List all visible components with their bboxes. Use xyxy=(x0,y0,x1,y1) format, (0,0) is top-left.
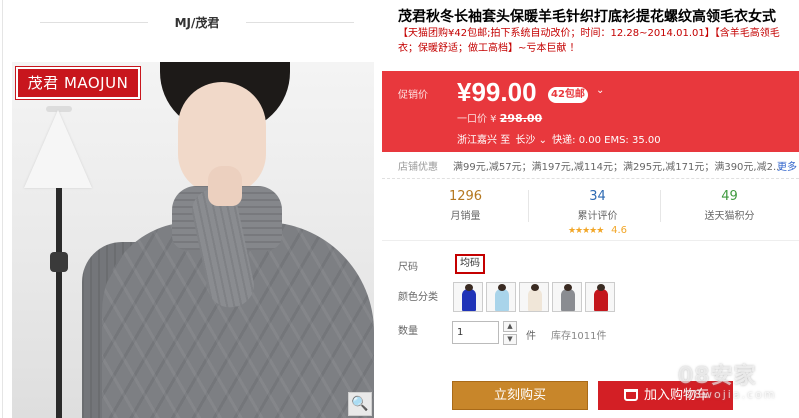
swatch-model-head xyxy=(531,284,539,291)
ship-to-select[interactable]: 长沙 ⌄ xyxy=(513,131,549,146)
brand-logo: 茂君 MAOJUN xyxy=(15,66,141,100)
discount-label: 店铺优惠 xyxy=(398,162,438,173)
monthly-sales-caption: 月销量 xyxy=(450,211,481,222)
review-count-value: 34 xyxy=(589,189,606,204)
ship-to-word: 至 xyxy=(500,135,511,146)
tmall-points-caption: 送天猫积分 xyxy=(704,211,755,222)
color-swatch-blue[interactable] xyxy=(453,282,483,312)
buy-now-button[interactable]: 立刻购买 xyxy=(452,381,588,410)
section-divider xyxy=(382,240,799,241)
watermark-text: 08安家 xyxy=(678,364,757,389)
quantity-input[interactable]: 1 xyxy=(452,321,499,344)
ship-from: 浙江嘉兴 xyxy=(457,135,497,146)
swatch-garment xyxy=(528,289,542,311)
quantity-increase-icon[interactable]: ▲ xyxy=(503,321,517,332)
discount-text: 满99元,减57元；满197元,减114元；满295元,减171元；满390元,… xyxy=(453,162,783,173)
rating-score: 4.6 xyxy=(611,225,628,236)
tmall-points-value: 49 xyxy=(721,189,738,204)
chevron-down-icon: ⌄ xyxy=(538,135,547,146)
cart-icon xyxy=(624,389,638,401)
rating-row: ★★★★★ 4.6 xyxy=(528,222,667,236)
review-count[interactable]: 34 累计评价 ★★★★★ 4.6 xyxy=(528,188,667,236)
watermark-url: 08wojia.com xyxy=(685,388,777,401)
promo-price: ¥99.00 xyxy=(457,77,537,107)
original-price-label: 一口价 ¥ xyxy=(457,114,497,125)
monthly-sales: 1296 月销量 xyxy=(396,188,535,222)
gallery-border xyxy=(2,0,3,418)
product-detail: 茂君秋冬长袖套头保暖羊毛针织打底衫提花螺纹高领毛衣女式 【天猫团购¥42包邮;拍… xyxy=(382,0,799,418)
quantity-label: 数量 xyxy=(398,326,418,337)
size-option-one-size[interactable]: 均码 xyxy=(455,254,485,274)
ship-to-city: 长沙 xyxy=(515,135,536,146)
color-swatch-cream[interactable] xyxy=(519,282,549,312)
shipping-route: 浙江嘉兴 至 长沙 ⌄ 快递: 0.00 EMS: 35.00 xyxy=(457,131,661,146)
zoom-icon[interactable]: 🔍 xyxy=(348,392,372,416)
product-title: 茂君秋冬长袖套头保暖羊毛针织打底衫提花螺纹高领毛衣女式 xyxy=(398,9,776,25)
price-label: 促销价 xyxy=(398,90,428,101)
free-shipping-badge[interactable]: 42包邮 xyxy=(548,87,588,103)
swatch-garment xyxy=(462,289,476,311)
size-label: 尺码 xyxy=(398,262,418,273)
original-price: 一口价 ¥ 298.00 xyxy=(457,110,542,125)
tmall-points: 49 送天猫积分 xyxy=(660,188,799,222)
swatch-model-head xyxy=(564,284,572,291)
quantity-decrease-icon[interactable]: ▼ xyxy=(503,334,517,345)
product-gallery: MJ/茂君 茂君 MAOJUN 🔍 xyxy=(0,0,382,418)
swatch-garment xyxy=(561,289,575,311)
lamp-shade xyxy=(24,110,92,188)
color-swatch-light-blue[interactable] xyxy=(486,282,516,312)
stats-bar: 1296 月销量 34 累计评价 ★★★★★ 4.6 49 送天猫积分 xyxy=(382,182,799,236)
color-swatch-gray[interactable] xyxy=(552,282,582,312)
chevron-down-icon[interactable]: ⌄ xyxy=(596,85,604,96)
lamp-pole xyxy=(56,188,62,418)
swatch-garment xyxy=(495,289,509,311)
brand-divider-right xyxy=(246,22,354,23)
swatch-garment xyxy=(594,289,608,311)
review-count-caption: 累计评价 xyxy=(577,211,618,222)
price-panel: 促销价 ¥99.00 42包邮 ⌄ 一口价 ¥ 298.00 浙江嘉兴 至 长沙… xyxy=(382,71,799,152)
swatch-model-head xyxy=(597,284,605,291)
monthly-sales-value: 1296 xyxy=(448,189,483,204)
original-price-value: 298.00 xyxy=(499,112,543,125)
store-discount-row: 店铺优惠 满99元,减57元；满197元,减114元；满295元,减171元；满… xyxy=(382,157,799,179)
promo-text: 【天猫团购¥42包邮;拍下系统自动改价；时间：12.28~2014.01.01】… xyxy=(398,28,780,54)
swatch-model-head xyxy=(498,284,506,291)
quantity-unit: 件 xyxy=(526,331,536,342)
model-hand xyxy=(208,166,242,206)
color-label: 颜色分类 xyxy=(398,292,438,303)
express-fee: 快递: 0.00 EMS: 35.00 xyxy=(552,135,661,146)
star-rating-icon: ★★★★★ xyxy=(567,226,604,236)
lamp-knob xyxy=(50,252,68,272)
color-swatch-red[interactable] xyxy=(585,282,615,312)
brand-header: MJ/茂君 xyxy=(40,8,354,36)
stock-count: 库存1011件 xyxy=(551,331,607,342)
swatch-model-head xyxy=(465,284,473,291)
main-product-image[interactable]: 茂君 MAOJUN 🔍 xyxy=(12,62,374,418)
discount-more-link[interactable]: 更多 xyxy=(777,157,797,178)
